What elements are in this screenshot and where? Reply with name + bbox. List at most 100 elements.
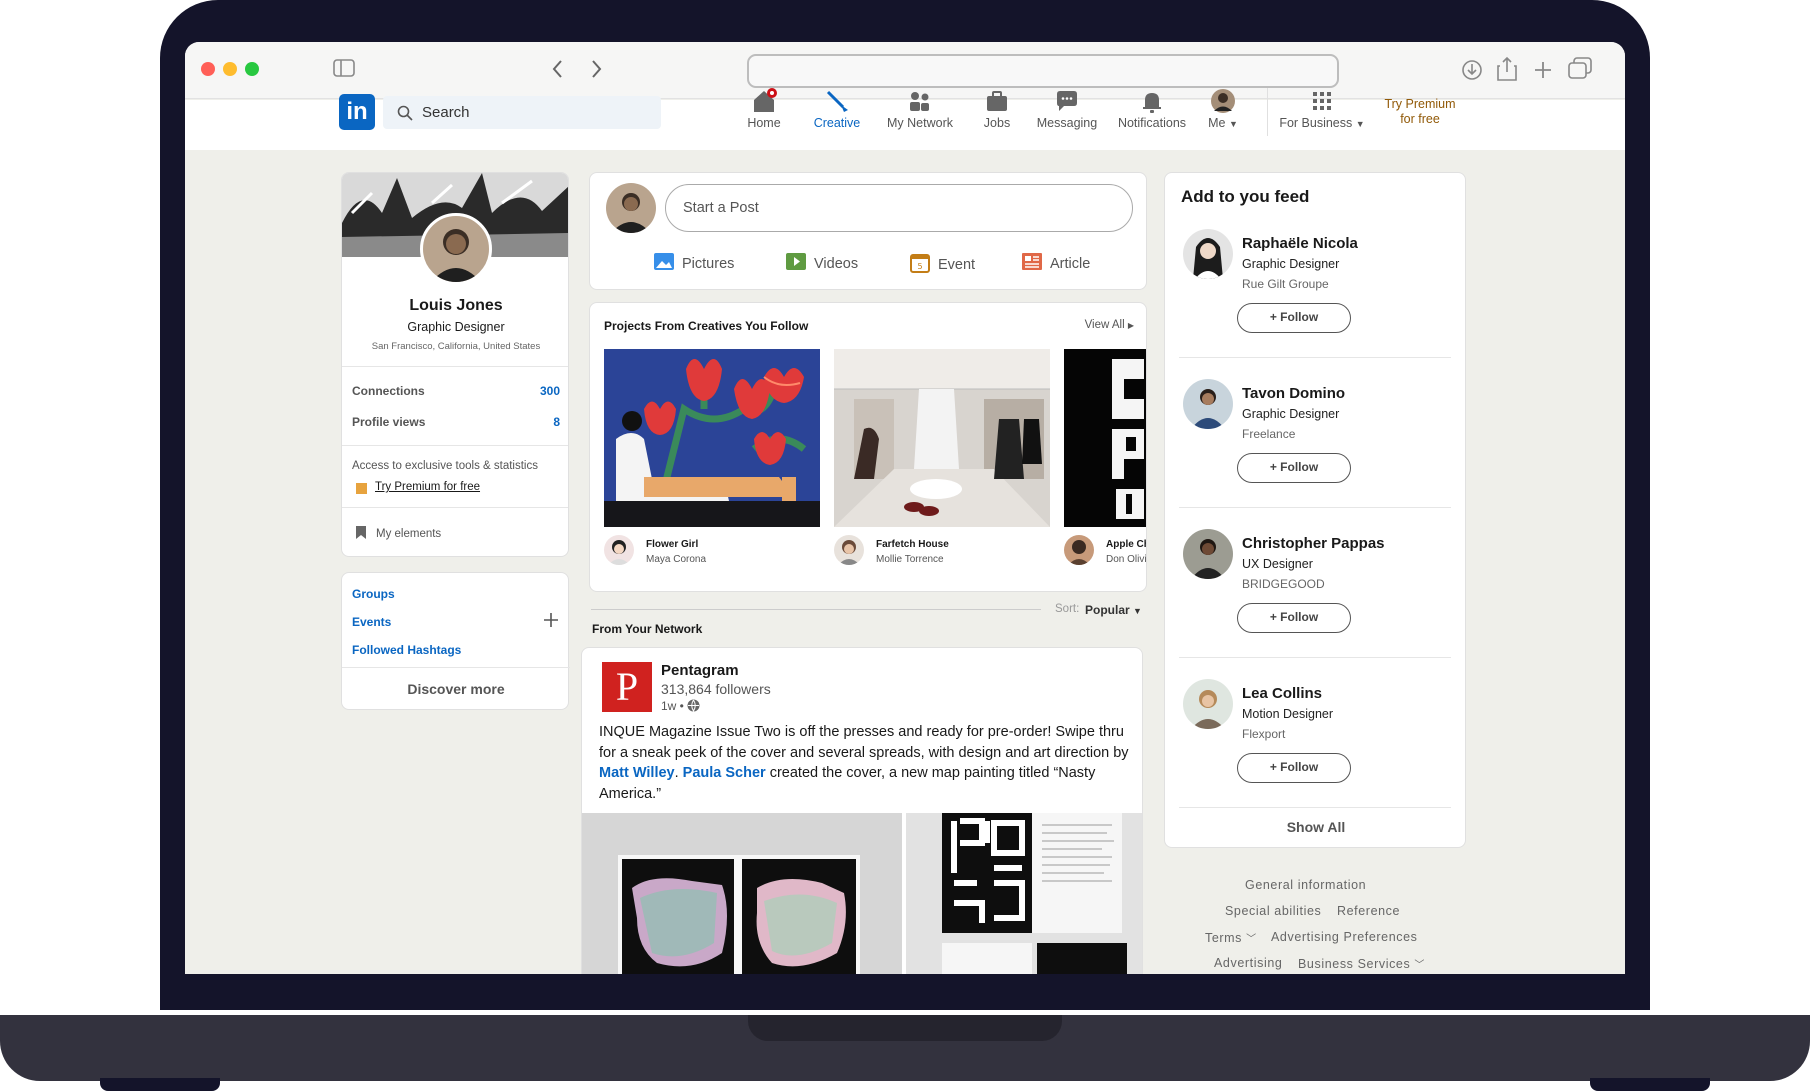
address-bar[interactable] [747,54,1339,88]
try-premium-link[interactable]: Try Premium for free [1375,97,1465,127]
profile-card: Louis Jones Graphic Designer San Francis… [341,172,569,557]
search-placeholder: Search [422,104,470,121]
mention-link[interactable]: Matt Willey [599,765,675,781]
svg-text:5: 5 [917,262,922,271]
post-time: 1w • [661,699,700,713]
footer-link[interactable]: Terms ﹀ [1205,930,1257,945]
laptop-notch [748,1015,1062,1041]
person-name[interactable]: Lea Collins [1242,685,1322,702]
nav-item-messaging[interactable]: Messaging [1025,88,1109,130]
nav-item-label: Creative [813,116,861,130]
footer-link[interactable]: Business Services ﹀ [1298,956,1425,971]
chat-icon [1057,91,1077,111]
project-thumbnail[interactable] [604,349,820,527]
article-button[interactable]: Article [1022,253,1090,272]
composer-avatar [606,183,656,233]
add-event-icon[interactable] [544,613,558,627]
post-author[interactable]: Pentagram [661,662,739,679]
new-tab-icon[interactable] [1533,60,1553,80]
linkedin-logo[interactable]: in [339,94,375,130]
premium-line-2: for free [1400,112,1440,126]
mention-link[interactable]: Paula Scher [683,765,766,781]
sidebar-toggle-icon[interactable] [333,59,355,77]
person-avatar[interactable] [1183,529,1233,579]
footer-link[interactable]: Advertising [1214,956,1282,970]
person-avatar[interactable] [1183,679,1233,729]
start-post-placeholder: Start a Post [683,200,759,216]
nav-item-creative[interactable]: Creative [799,88,875,130]
sort-dropdown[interactable]: Popular ▼ [1085,603,1142,617]
footer-link[interactable]: General information [1245,878,1366,892]
article-icon [1022,253,1042,270]
project-title[interactable]: Farfetch House [876,539,949,550]
project-title[interactable]: Apple Ch [1106,539,1146,550]
connections-row[interactable]: Connections 300 [352,384,560,398]
person-avatar[interactable] [1183,379,1233,429]
nav-item-label: Messaging [1036,116,1098,130]
chevron-down-icon: ▼ [1355,119,1365,129]
nav-divider [1267,88,1268,136]
events-link[interactable]: Events [352,615,391,629]
avatar [1211,89,1235,113]
project-author[interactable]: Mollie Torrence [876,554,944,565]
connections-label: Connections [352,384,425,398]
nav-item-notifications[interactable]: Notifications [1107,88,1197,130]
profile-views-row[interactable]: Profile views 8 [352,415,560,429]
minimize-window-button[interactable] [223,62,237,76]
back-icon[interactable] [551,59,565,79]
nav-item-me[interactable]: Me ▼ [1199,88,1247,130]
post-image[interactable] [582,813,1143,974]
creator-avatar[interactable] [604,535,634,565]
groups-link[interactable]: Groups [352,587,395,601]
follow-button[interactable]: + Follow [1237,603,1351,633]
person-name[interactable]: Christopher Pappas [1242,535,1385,552]
close-window-button[interactable] [201,62,215,76]
show-all-button[interactable]: Show All [1165,819,1467,835]
profile-avatar[interactable] [420,213,492,285]
my-elements-link[interactable]: My elements [376,528,441,540]
person-name[interactable]: Tavon Domino [1242,385,1345,402]
divider [1179,657,1451,658]
search-input[interactable]: Search [383,96,661,129]
discover-more-button[interactable]: Discover more [342,681,570,697]
nav-item-home[interactable]: Home [729,88,799,130]
nav-item-my-network[interactable]: My Network [875,88,965,130]
project-thumbnail[interactable] [1064,349,1147,527]
project-author[interactable]: Don Olivi [1106,554,1146,565]
feed-card-title: Add to you feed [1181,187,1310,206]
pentagram-logo[interactable]: P [602,662,652,712]
share-icon[interactable] [1497,56,1517,82]
project-thumbnail[interactable] [834,349,1050,527]
footer-link[interactable]: Reference [1337,904,1400,918]
pictures-label: Pictures [682,256,735,272]
project-author[interactable]: Maya Corona [646,554,706,565]
event-button[interactable]: 5 Event [910,253,975,273]
videos-button[interactable]: Videos [786,253,858,272]
person-avatar[interactable] [1183,229,1233,279]
person-name[interactable]: Raphaële Nicola [1242,235,1358,252]
forward-icon[interactable] [589,59,603,79]
download-icon[interactable] [1461,59,1483,81]
follow-button[interactable]: + Follow [1237,303,1351,333]
footer-link[interactable]: Advertising Preferences [1271,930,1418,944]
nav-item-for-business[interactable]: For Business ▼ [1277,88,1367,130]
nav-item-label: Notifications [1117,116,1187,130]
videos-label: Videos [814,256,859,272]
creator-avatar[interactable] [834,535,864,565]
view-all-link[interactable]: View All ▶ [1085,319,1134,331]
follow-button[interactable]: + Follow [1237,753,1351,783]
pictures-button[interactable]: Pictures [654,253,734,272]
nav-item-jobs[interactable]: Jobs [969,88,1025,130]
footer-link[interactable]: Special abilities [1225,904,1321,918]
zoom-window-button[interactable] [245,62,259,76]
premium-link[interactable]: Try Premium for free [375,481,480,493]
start-post-input[interactable]: Start a Post [665,184,1133,232]
followed-hashtags-link[interactable]: Followed Hashtags [352,643,461,657]
divider [1179,807,1451,808]
tabs-overview-icon[interactable] [1567,57,1593,81]
follow-button[interactable]: + Follow [1237,453,1351,483]
network-heading: From Your Network [592,622,703,636]
project-title[interactable]: Flower Girl [646,539,698,550]
creator-avatar[interactable] [1064,535,1094,565]
profile-name[interactable]: Louis Jones [342,297,568,315]
